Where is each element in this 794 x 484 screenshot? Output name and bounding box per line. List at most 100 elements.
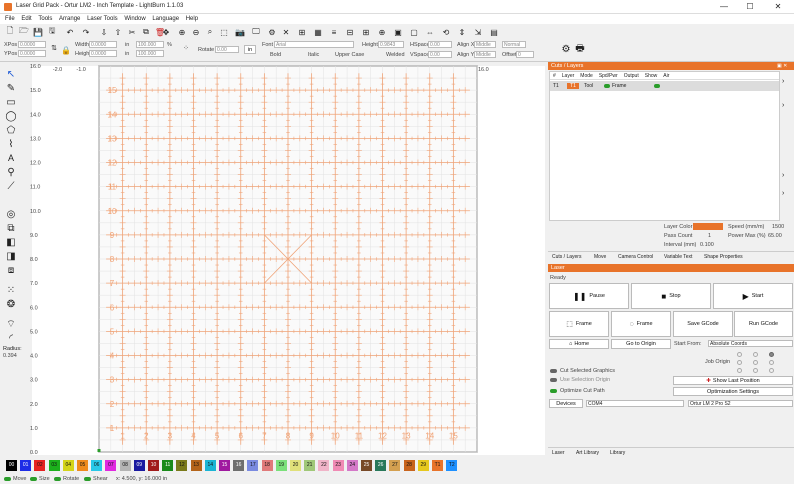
fill-icon[interactable]: ⚙: [560, 43, 572, 55]
start-button[interactable]: ▶ Start: [713, 283, 793, 309]
palette-swatch[interactable]: T1: [432, 460, 443, 471]
flip-icon[interactable]: ⇔: [424, 26, 436, 38]
offset-shapes-icon[interactable]: ◎: [5, 208, 17, 220]
boolean-intersect-icon[interactable]: ⧈: [5, 264, 17, 276]
pan-icon[interactable]: ✥: [160, 26, 172, 38]
rotate-input[interactable]: 0.00: [215, 46, 239, 53]
export-icon[interactable]: ⇧: [112, 26, 124, 38]
undo-icon[interactable]: ↶: [64, 26, 76, 38]
upper-case-checkbox[interactable]: Upper Case: [335, 52, 364, 58]
palette-swatch[interactable]: 11: [162, 460, 174, 471]
palette-swatch[interactable]: 28: [403, 460, 415, 471]
move-down-icon-2[interactable]: ›: [782, 190, 784, 197]
interval-value[interactable]: 0.100: [700, 242, 714, 248]
palette-swatch[interactable]: 15: [219, 460, 230, 471]
shear-toggle[interactable]: [84, 477, 91, 481]
save-icon[interactable]: 💾: [32, 26, 44, 38]
draw-lines-icon[interactable]: ⌇: [5, 138, 17, 150]
grid-canvas[interactable]: -2.0-1.00.01.02.03.04.05.06.07.08.09.010…: [22, 62, 545, 456]
palette-swatch[interactable]: 05: [77, 460, 88, 471]
select-tool-icon[interactable]: ↖: [5, 68, 17, 80]
move-down-icon[interactable]: ›: [782, 172, 784, 179]
move-up-icon-2[interactable]: ›: [782, 102, 784, 109]
redo-icon[interactable]: ↷: [80, 26, 92, 38]
menu-laser-tools[interactable]: Laser Tools: [87, 16, 118, 22]
zoom-selection-icon[interactable]: ⬚: [218, 26, 230, 38]
palette-swatch[interactable]: 16: [233, 460, 245, 471]
palette-swatch[interactable]: 29: [417, 460, 429, 471]
circular-array-icon[interactable]: ❂: [5, 298, 17, 310]
menu-window[interactable]: Window: [124, 16, 145, 22]
optimize-toggle[interactable]: [550, 389, 557, 393]
panel-close-icon[interactable]: ▣ ✕: [777, 62, 793, 70]
scale-height-input[interactable]: 100.000: [136, 50, 164, 57]
layer-color-swatch[interactable]: [693, 223, 723, 230]
palette-swatch[interactable]: 23: [332, 460, 344, 471]
xpos-input[interactable]: 0.0000: [18, 41, 46, 48]
font-select[interactable]: Arial: [274, 41, 354, 48]
measure-tool-icon[interactable]: ⟋: [5, 180, 17, 192]
zoom-page-icon[interactable]: ⌕: [204, 26, 216, 38]
palette-swatch[interactable]: 07: [105, 460, 117, 471]
zoom-out-icon[interactable]: ⊖: [190, 26, 202, 38]
speed-value[interactable]: 1500: [772, 224, 784, 230]
ellipse-tool-icon[interactable]: ◯: [5, 110, 17, 122]
distribute-icon[interactable]: ⊞: [360, 26, 372, 38]
radius-value[interactable]: 0.394: [3, 353, 17, 359]
copy-icon[interactable]: ⧉: [140, 26, 152, 38]
menu-file[interactable]: File: [5, 16, 15, 22]
origin-grid-icon[interactable]: ⁘: [180, 42, 192, 54]
zoom-in-icon[interactable]: ⊕: [176, 26, 188, 38]
position-stepper-icon[interactable]: ⇅: [48, 42, 60, 54]
palette-swatch[interactable]: 14: [204, 460, 216, 471]
save-as-icon[interactable]: 🖫: [46, 26, 58, 38]
palette-swatch[interactable]: 24: [346, 460, 358, 471]
rectangle-tool-icon[interactable]: ▭: [5, 96, 17, 108]
offset-input[interactable]: 0: [516, 51, 534, 58]
ypos-input[interactable]: 0.0000: [18, 50, 46, 57]
palette-swatch[interactable]: 25: [361, 460, 372, 471]
palette-swatch[interactable]: 01: [20, 460, 32, 471]
palette-swatch[interactable]: 27: [389, 460, 401, 471]
text-tool-icon[interactable]: A: [5, 152, 17, 164]
use-selection-origin-toggle[interactable]: [550, 378, 557, 382]
row-output-toggle[interactable]: [604, 84, 610, 88]
palette-swatch[interactable]: 02: [34, 460, 46, 471]
menu-arrange[interactable]: Arrange: [59, 16, 80, 22]
show-last-position-button[interactable]: ✚ Show Last Position: [673, 376, 793, 385]
palette-swatch[interactable]: 21: [304, 460, 316, 471]
devices-button[interactable]: Devices: [549, 399, 583, 408]
menu-help[interactable]: Help: [186, 16, 198, 22]
palette-swatch[interactable]: 26: [375, 460, 387, 471]
frame-button[interactable]: ⬚ Frame: [549, 311, 609, 337]
monitor-icon[interactable]: 🖵: [250, 26, 262, 38]
machine-select[interactable]: Ortur LM 2 Pro S2: [688, 400, 793, 407]
palette-swatch[interactable]: 20: [290, 460, 301, 471]
optimization-settings-button[interactable]: Optimization Settings: [673, 387, 793, 396]
alignx-select[interactable]: Middle: [474, 41, 496, 48]
palette-swatch[interactable]: 18: [261, 460, 273, 471]
row-show-toggle[interactable]: [654, 84, 660, 88]
palette-swatch[interactable]: 06: [91, 460, 103, 471]
palette-swatch[interactable]: 22: [318, 460, 330, 471]
palette-swatch[interactable]: 17: [247, 460, 259, 471]
arrange-icon[interactable]: ▦: [312, 26, 324, 38]
tab-shape-properties[interactable]: Shape Properties: [704, 254, 743, 260]
cut-shapes-icon[interactable]: ⌔: [5, 318, 17, 330]
text-mode-select[interactable]: Normal: [502, 41, 526, 48]
align-icon[interactable]: ≡: [328, 26, 340, 38]
italic-checkbox[interactable]: Italic: [308, 52, 319, 58]
bold-checkbox[interactable]: Bold: [270, 52, 281, 58]
hspace-input[interactable]: 0.00: [428, 41, 452, 48]
run-gcode-button[interactable]: Run GCode: [734, 311, 793, 337]
boolean-union-icon[interactable]: ◧: [5, 236, 17, 248]
home-button[interactable]: ⌂ Home: [549, 339, 609, 349]
text-height-input[interactable]: 0.9843: [378, 41, 404, 48]
grid-array-icon[interactable]: ⁙: [5, 284, 17, 296]
tab-cuts-layers[interactable]: Cuts / Layers: [552, 254, 581, 260]
minimize-button[interactable]: —: [714, 2, 734, 12]
power-value[interactable]: 65.00: [768, 233, 782, 239]
move-toggle[interactable]: [4, 477, 11, 481]
dock-icon[interactable]: ▤: [488, 26, 500, 38]
ungroup-icon[interactable]: ▢: [408, 26, 420, 38]
